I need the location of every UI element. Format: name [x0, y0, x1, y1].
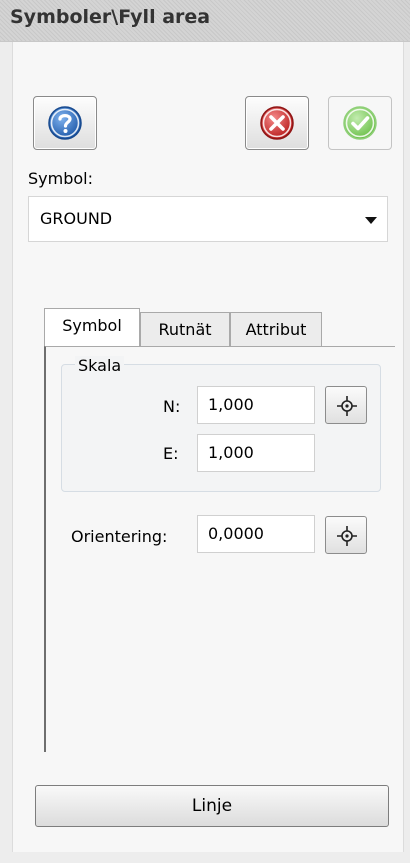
- symbol-label: Symbol:: [28, 169, 93, 188]
- symbol-dropdown[interactable]: GROUND: [28, 196, 388, 242]
- red-x-icon: [260, 106, 294, 140]
- tab-symbol[interactable]: Symbol: [44, 308, 140, 346]
- symbol-dropdown-value: GROUND: [40, 209, 113, 228]
- n-pick-button[interactable]: [325, 386, 367, 424]
- chevron-down-icon[interactable]: [365, 217, 377, 224]
- question-mark-icon: [48, 106, 82, 140]
- n-label: N:: [163, 397, 181, 416]
- green-check-icon: [343, 106, 377, 140]
- n-scale-input[interactable]: 1,000: [197, 386, 315, 424]
- cancel-button[interactable]: [245, 96, 309, 150]
- window-title: Symboler\Fyll area: [10, 6, 211, 28]
- orientation-input[interactable]: 0,0000: [197, 515, 315, 553]
- ok-button[interactable]: [328, 96, 392, 150]
- tab-attribut[interactable]: Attribut: [230, 312, 322, 347]
- e-label: E:: [163, 444, 179, 463]
- e-scale-input[interactable]: 1,000: [197, 434, 315, 472]
- orientation-label: Orientering:: [71, 527, 168, 546]
- tab-rutnat[interactable]: Rutnät: [140, 312, 230, 347]
- orientation-pick-button[interactable]: [325, 516, 367, 554]
- crosshair-icon: [337, 526, 357, 546]
- scale-group-title: Skala: [75, 356, 125, 375]
- help-button[interactable]: [33, 96, 97, 150]
- title-bar: Symboler\Fyll area: [0, 0, 410, 42]
- linje-button[interactable]: Linje: [35, 785, 389, 827]
- crosshair-icon: [337, 396, 357, 416]
- scale-group: [61, 364, 381, 492]
